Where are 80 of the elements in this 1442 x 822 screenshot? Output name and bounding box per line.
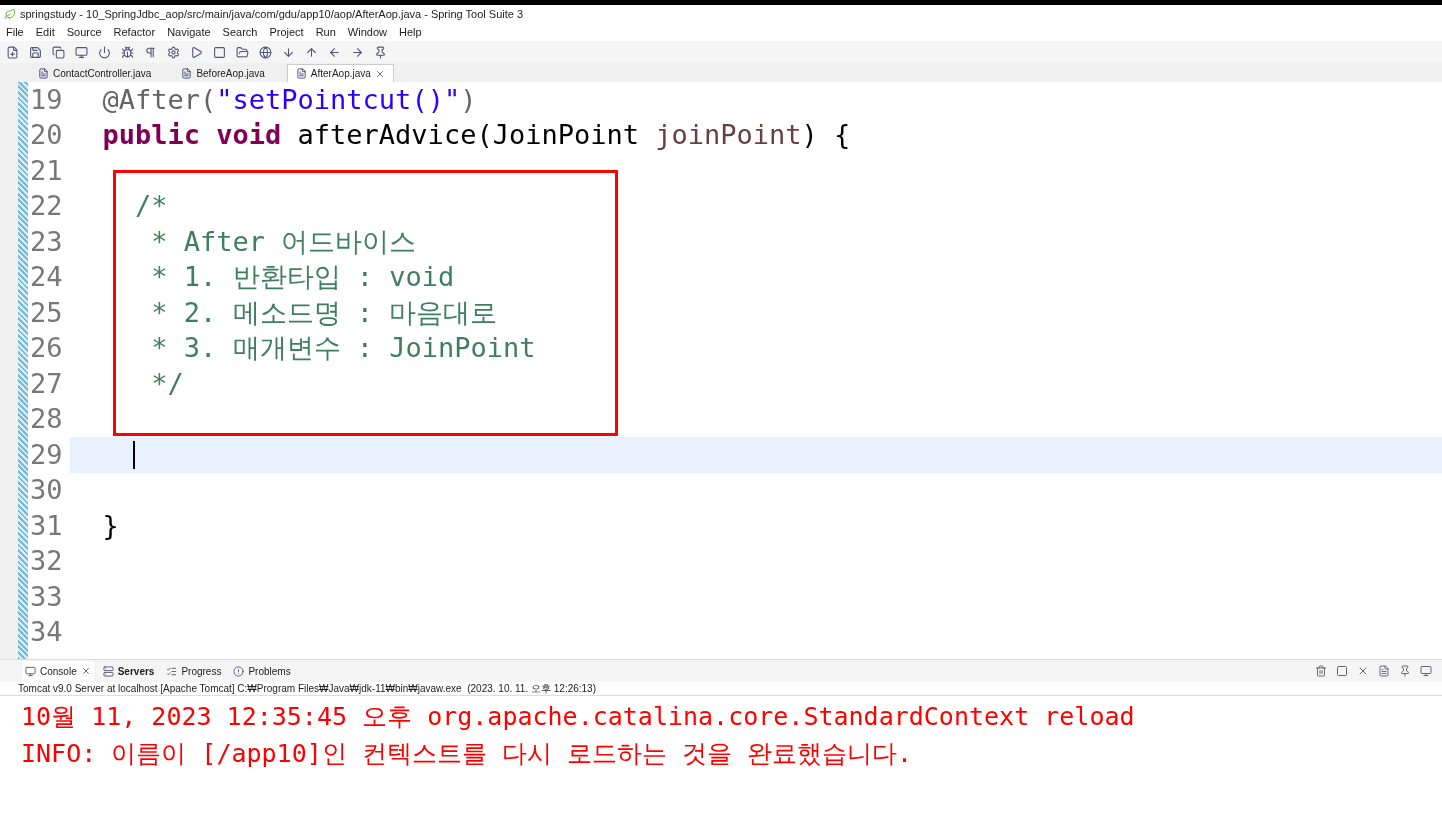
- editor-tab[interactable]: BeforeAop.java: [173, 64, 273, 82]
- play-icon[interactable]: [190, 45, 203, 59]
- new-file-icon[interactable]: [6, 45, 19, 59]
- editor-tab[interactable]: ContactController.java: [30, 64, 160, 82]
- line-number: 26: [29, 331, 64, 365]
- window-title: springstudy - 10_SpringJdbc_aop/src/main/java/com/gdu/app10/aop/AfterAop.java - Spring Tool Suite 3: [20, 6, 524, 22]
- list-icon: [166, 665, 178, 677]
- document-icon[interactable]: [1378, 665, 1390, 677]
- monitor-icon[interactable]: [75, 45, 88, 59]
- arrow-down-icon[interactable]: [282, 45, 295, 59]
- editor-tab[interactable]: AfterAop.java: [286, 64, 394, 82]
- view-tab[interactable]: Servers: [99, 661, 158, 681]
- java-file-icon: [38, 67, 49, 79]
- pilcrow-icon[interactable]: [144, 45, 157, 59]
- monitor-icon[interactable]: [1420, 665, 1432, 677]
- leaf-icon: [4, 8, 16, 20]
- save-all-icon[interactable]: [52, 45, 65, 59]
- menu-item[interactable]: File: [6, 23, 24, 41]
- arrow-left-icon[interactable]: [328, 45, 341, 59]
- code-line: * 3. 매개변수 : JoinPoint: [150, 331, 537, 365]
- line-number: 21: [29, 153, 64, 188]
- monitor-icon: [25, 665, 36, 677]
- pin-icon[interactable]: [1399, 665, 1411, 677]
- arrow-up-icon[interactable]: [305, 45, 318, 59]
- view-tab[interactable]: Problems: [230, 661, 294, 681]
- line-number: 24: [29, 260, 64, 294]
- gear-icon[interactable]: [167, 45, 180, 59]
- globe-icon[interactable]: [259, 45, 272, 59]
- line-number: 30: [29, 473, 64, 507]
- line-number: 20: [29, 118, 64, 152]
- close-icon[interactable]: [80, 666, 91, 676]
- line-number: 23: [29, 224, 64, 259]
- menu-item[interactable]: Edit: [35, 23, 55, 41]
- code-line: public void afterAdvice(JoinPoint joinPoint) {: [101, 118, 852, 152]
- java-file-icon: [181, 67, 193, 79]
- pin-icon[interactable]: [374, 45, 387, 59]
- arrow-right-icon[interactable]: [351, 45, 364, 59]
- menu-item[interactable]: Search: [222, 23, 258, 41]
- bug-icon[interactable]: [121, 45, 134, 59]
- menu-item[interactable]: Project: [269, 23, 304, 41]
- save-icon[interactable]: [29, 45, 42, 59]
- line-number: 32: [29, 544, 64, 578]
- server-icon: [102, 665, 114, 677]
- code-line: * 1. 반환타입 : void: [150, 260, 456, 294]
- line-number: 27: [29, 366, 64, 401]
- menu-item[interactable]: Help: [399, 23, 422, 41]
- line-number: 19: [29, 82, 64, 117]
- line-number: 29: [29, 437, 64, 472]
- close-icon[interactable]: [374, 68, 385, 79]
- code-line: /*: [134, 189, 169, 223]
- trash-icon[interactable]: [1315, 665, 1327, 677]
- menu-item[interactable]: Run: [315, 23, 336, 41]
- menu-item[interactable]: Refactor: [113, 23, 156, 41]
- line-number: 22: [29, 189, 64, 223]
- code-line: * After 어드바이스: [150, 224, 418, 259]
- menu-item[interactable]: Source: [66, 23, 102, 41]
- line-number: 25: [29, 295, 64, 330]
- folder-icon[interactable]: [236, 45, 249, 59]
- menu-item[interactable]: Window: [347, 23, 387, 41]
- remove-icon[interactable]: [1357, 665, 1369, 677]
- line-number: 33: [29, 579, 64, 614]
- alert-icon: [233, 665, 245, 677]
- view-tab[interactable]: Console: [22, 661, 94, 681]
- code-line: }: [101, 508, 120, 543]
- line-number: 31: [29, 508, 64, 543]
- console-line: 10월 11, 2023 12:35:45 오후 org.apache.catalina.core.StandardContext reload: [21, 701, 1136, 733]
- stop-icon[interactable]: [213, 45, 226, 59]
- menu-item[interactable]: Navigate: [167, 23, 211, 41]
- code-line: * 2. 메소드명 : 마음대로: [150, 295, 499, 330]
- line-number: 34: [29, 615, 64, 649]
- text-cursor: [133, 440, 135, 469]
- power-icon[interactable]: [98, 45, 111, 59]
- view-tab[interactable]: Progress: [163, 661, 225, 681]
- code-line: */: [150, 366, 185, 401]
- code-line: @After("setPointcut()"): [101, 82, 478, 117]
- console-line: INFO: 이름이 [/app10]인 컨텍스트를 다시 로드하는 것을 완료했습니다.: [21, 738, 914, 770]
- line-number: 28: [29, 402, 64, 436]
- java-file-icon: [295, 68, 307, 79]
- stop-icon[interactable]: [1336, 665, 1348, 677]
- console-description: Tomcat v9.0 Server at localhost [Apache Tomcat] C:₩Program Files₩Java₩jdk-11₩bin₩javaw.exe (2023. 10. 11. 오후 12:26:13): [0, 682, 1442, 696]
